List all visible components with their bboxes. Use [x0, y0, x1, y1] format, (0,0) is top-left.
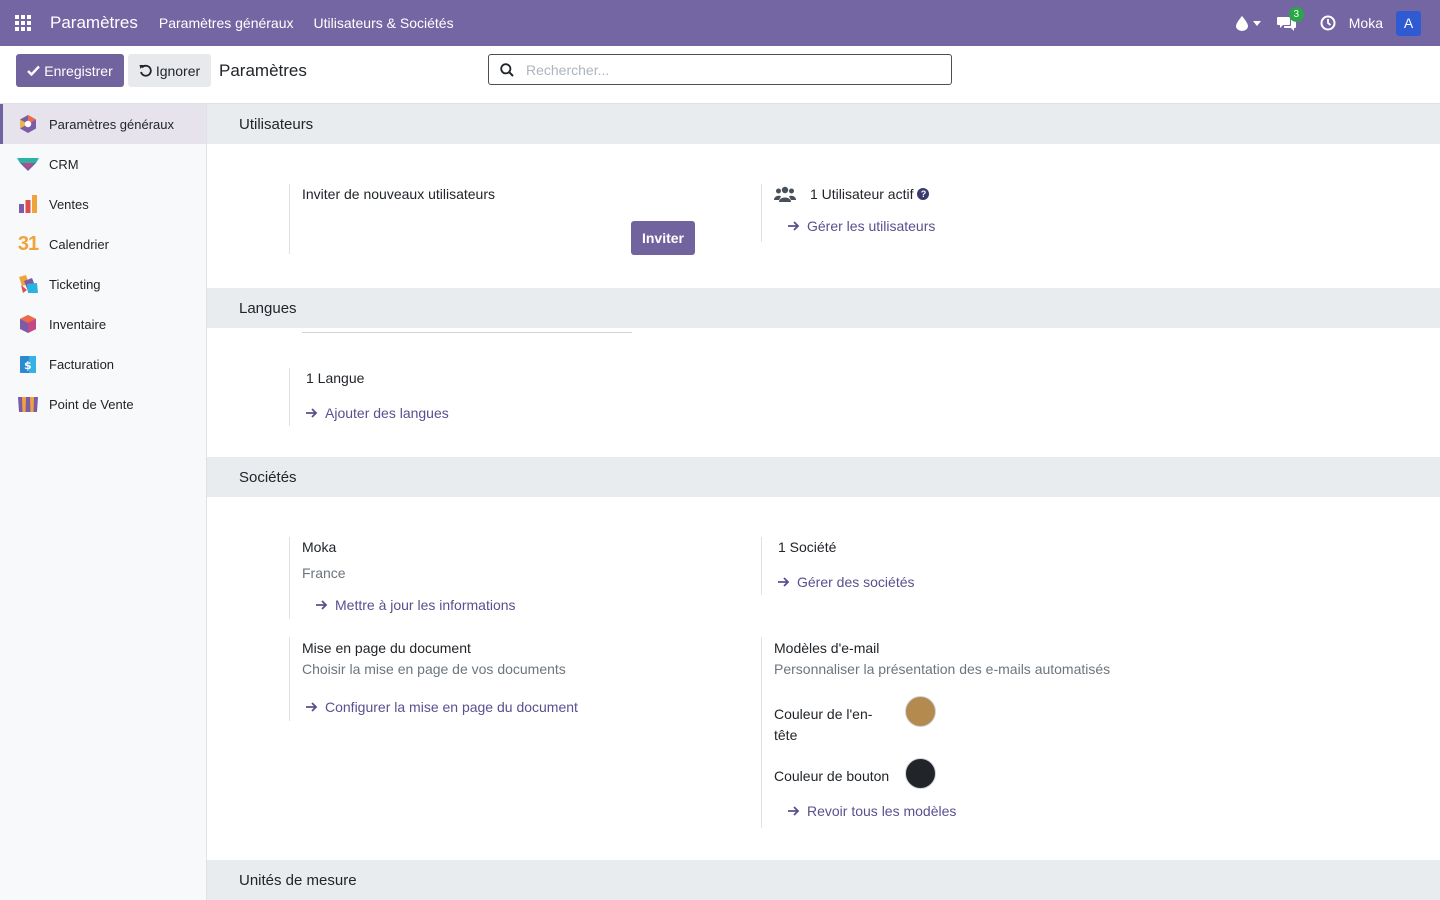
sidebar-item-label: Ventes — [49, 196, 89, 212]
menu-general-settings[interactable]: Paramètres généraux — [159, 15, 294, 31]
sidebar-item-crm[interactable]: CRM — [0, 144, 206, 184]
manage-users-link[interactable]: Gérer les utilisateurs — [788, 218, 935, 234]
crm-app-icon — [17, 153, 39, 175]
ticketing-app-icon — [17, 273, 39, 295]
button-color-picker[interactable] — [905, 758, 936, 789]
control-panel: Enregistrer Ignorer Paramètres — [0, 46, 1440, 104]
company-info-block: Moka France Mettre à jour les informatio… — [289, 537, 749, 619]
document-layout-block: Mise en page du document Choisir la mise… — [289, 637, 749, 721]
caret-down-icon — [1252, 20, 1261, 26]
active-users-count: 1 Utilisateur actif — [810, 186, 914, 202]
discard-button[interactable]: Ignorer — [128, 54, 211, 87]
pos-app-icon — [17, 393, 39, 415]
app-title[interactable]: Paramètres — [50, 13, 138, 33]
activities-button[interactable] — [1320, 15, 1336, 31]
drop-icon — [1235, 15, 1248, 31]
arrow-right-icon — [306, 702, 318, 712]
settings-sidebar: Paramètres généraux CRM Ventes 31 Calend… — [0, 104, 207, 900]
company-country: France — [302, 565, 346, 581]
sales-app-icon — [17, 193, 39, 215]
sidebar-item-point-of-sale[interactable]: Point de Vente — [0, 384, 206, 424]
clock-icon — [1320, 15, 1336, 31]
section-header-companies: Sociétés — [207, 457, 1440, 497]
chat-badge: 3 — [1288, 6, 1304, 22]
users-icon — [774, 186, 796, 202]
sidebar-item-inventory[interactable]: Inventaire — [0, 304, 206, 344]
sidebar-item-sales[interactable]: Ventes — [0, 184, 206, 224]
arrow-right-icon — [306, 408, 318, 418]
update-info-link[interactable]: Mettre à jour les informations — [316, 597, 516, 613]
header-color-label: Couleur de l'en-tête — [774, 706, 873, 743]
help-icon[interactable]: ? — [917, 188, 930, 200]
email-templates-block: Modèles d'e-mail Personnaliser la présen… — [761, 637, 1181, 828]
arrow-right-icon — [778, 577, 790, 587]
language-count: 1 Langue — [306, 370, 365, 386]
inventory-app-icon — [17, 313, 39, 335]
settings-app-icon — [17, 113, 39, 135]
invite-users-block: Inviter de nouveaux utilisateurs Inviter — [289, 184, 749, 333]
company-count: 1 Société — [778, 539, 837, 555]
invoicing-app-icon: $ — [17, 353, 39, 375]
top-navbar: Paramètres Paramètres généraux Utilisate… — [0, 0, 1440, 46]
arrow-right-icon — [316, 600, 328, 610]
button-color-label: Couleur de bouton — [774, 768, 890, 784]
sidebar-item-label: Paramètres généraux — [49, 116, 175, 132]
sidebar-item-label: Facturation — [49, 356, 115, 372]
undo-icon — [139, 64, 152, 77]
invite-button[interactable]: Inviter — [631, 221, 695, 255]
section-header-users: Utilisateurs — [207, 104, 1440, 144]
menu-users-companies[interactable]: Utilisateurs & Sociétés — [314, 15, 454, 31]
company-name: Moka — [302, 539, 337, 555]
active-users-block: 1 Utilisateur actif ? Gérer les utilisat… — [761, 184, 1161, 242]
sidebar-item-label: CRM — [49, 156, 79, 172]
document-layout-title: Mise en page du document — [302, 640, 471, 656]
section-header-units: Unités de mesure — [207, 860, 1440, 900]
languages-block: 1 Langue Ajouter des langues — [289, 368, 689, 426]
messaging-button[interactable]: 3 — [1276, 6, 1304, 31]
arrow-right-icon — [788, 806, 800, 816]
svg-text:$: $ — [24, 359, 32, 372]
sidebar-item-ticketing[interactable]: Ticketing — [0, 264, 206, 304]
section-header-languages: Langues — [207, 288, 1440, 328]
settings-content: Utilisateurs Inviter de nouveaux utilisa… — [207, 104, 1440, 900]
sidebar-item-general-settings[interactable]: Paramètres généraux — [0, 104, 206, 144]
check-icon — [27, 65, 41, 76]
review-templates-link[interactable]: Revoir tous les modèles — [788, 803, 956, 819]
user-avatar[interactable]: A — [1396, 10, 1421, 36]
sidebar-item-label: Calendrier — [49, 236, 109, 252]
save-button-label: Enregistrer — [44, 62, 113, 79]
invite-users-label: Inviter de nouveaux utilisateurs — [302, 186, 495, 202]
debug-dropdown[interactable] — [1235, 15, 1261, 31]
search-bar[interactable] — [488, 54, 952, 85]
sidebar-item-label: Inventaire — [49, 316, 107, 332]
email-templates-description: Personnaliser la présentation des e-mail… — [774, 661, 1111, 677]
page-title: Paramètres — [219, 61, 307, 80]
email-templates-title: Modèles d'e-mail — [774, 640, 880, 656]
search-icon — [500, 62, 514, 77]
document-layout-description: Choisir la mise en page de vos documents — [302, 661, 566, 677]
companies-count-block: 1 Société Gérer des sociétés — [761, 537, 1161, 595]
add-languages-link[interactable]: Ajouter des langues — [306, 405, 449, 421]
calendar-app-icon: 31 — [17, 232, 39, 255]
discard-button-label: Ignorer — [155, 62, 201, 79]
arrow-right-icon — [788, 221, 800, 231]
apps-menu-icon[interactable] — [0, 0, 46, 46]
sidebar-item-label: Point de Vente — [49, 396, 134, 412]
sidebar-item-invoicing[interactable]: $ Facturation — [0, 344, 206, 384]
configure-layout-link[interactable]: Configurer la mise en page du document — [306, 699, 578, 715]
sidebar-item-label: Ticketing — [49, 276, 101, 292]
search-input[interactable] — [526, 61, 926, 78]
manage-companies-link[interactable]: Gérer des sociétés — [778, 574, 915, 590]
header-color-picker[interactable] — [905, 696, 936, 727]
sidebar-item-calendar[interactable]: 31 Calendrier — [0, 224, 206, 264]
save-button[interactable]: Enregistrer — [16, 54, 124, 87]
user-name[interactable]: Moka — [1349, 15, 1383, 31]
